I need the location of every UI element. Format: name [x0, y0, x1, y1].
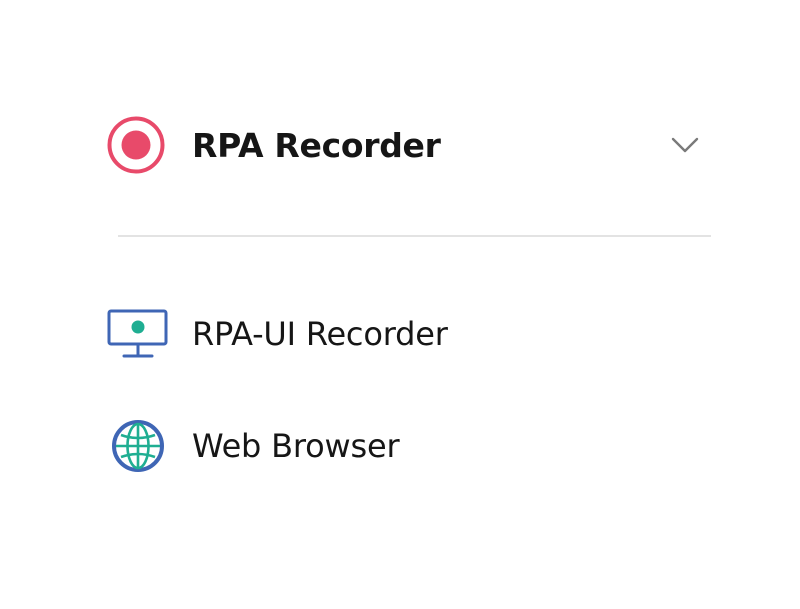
chevron-down-icon[interactable]: [670, 132, 700, 158]
menu-item-label: Web Browser: [192, 427, 400, 465]
menu-item-label: RPA-UI Recorder: [192, 315, 448, 353]
recorder-dropdown-header[interactable]: RPA Recorder: [106, 114, 706, 176]
divider: [118, 235, 711, 237]
globe-icon: [106, 418, 170, 474]
menu-item-rpa-ui-recorder[interactable]: RPA-UI Recorder: [106, 306, 448, 362]
dropdown-title: RPA Recorder: [192, 125, 441, 165]
record-icon: [106, 115, 166, 175]
monitor-icon: [106, 306, 170, 362]
menu-item-web-browser[interactable]: Web Browser: [106, 418, 400, 474]
